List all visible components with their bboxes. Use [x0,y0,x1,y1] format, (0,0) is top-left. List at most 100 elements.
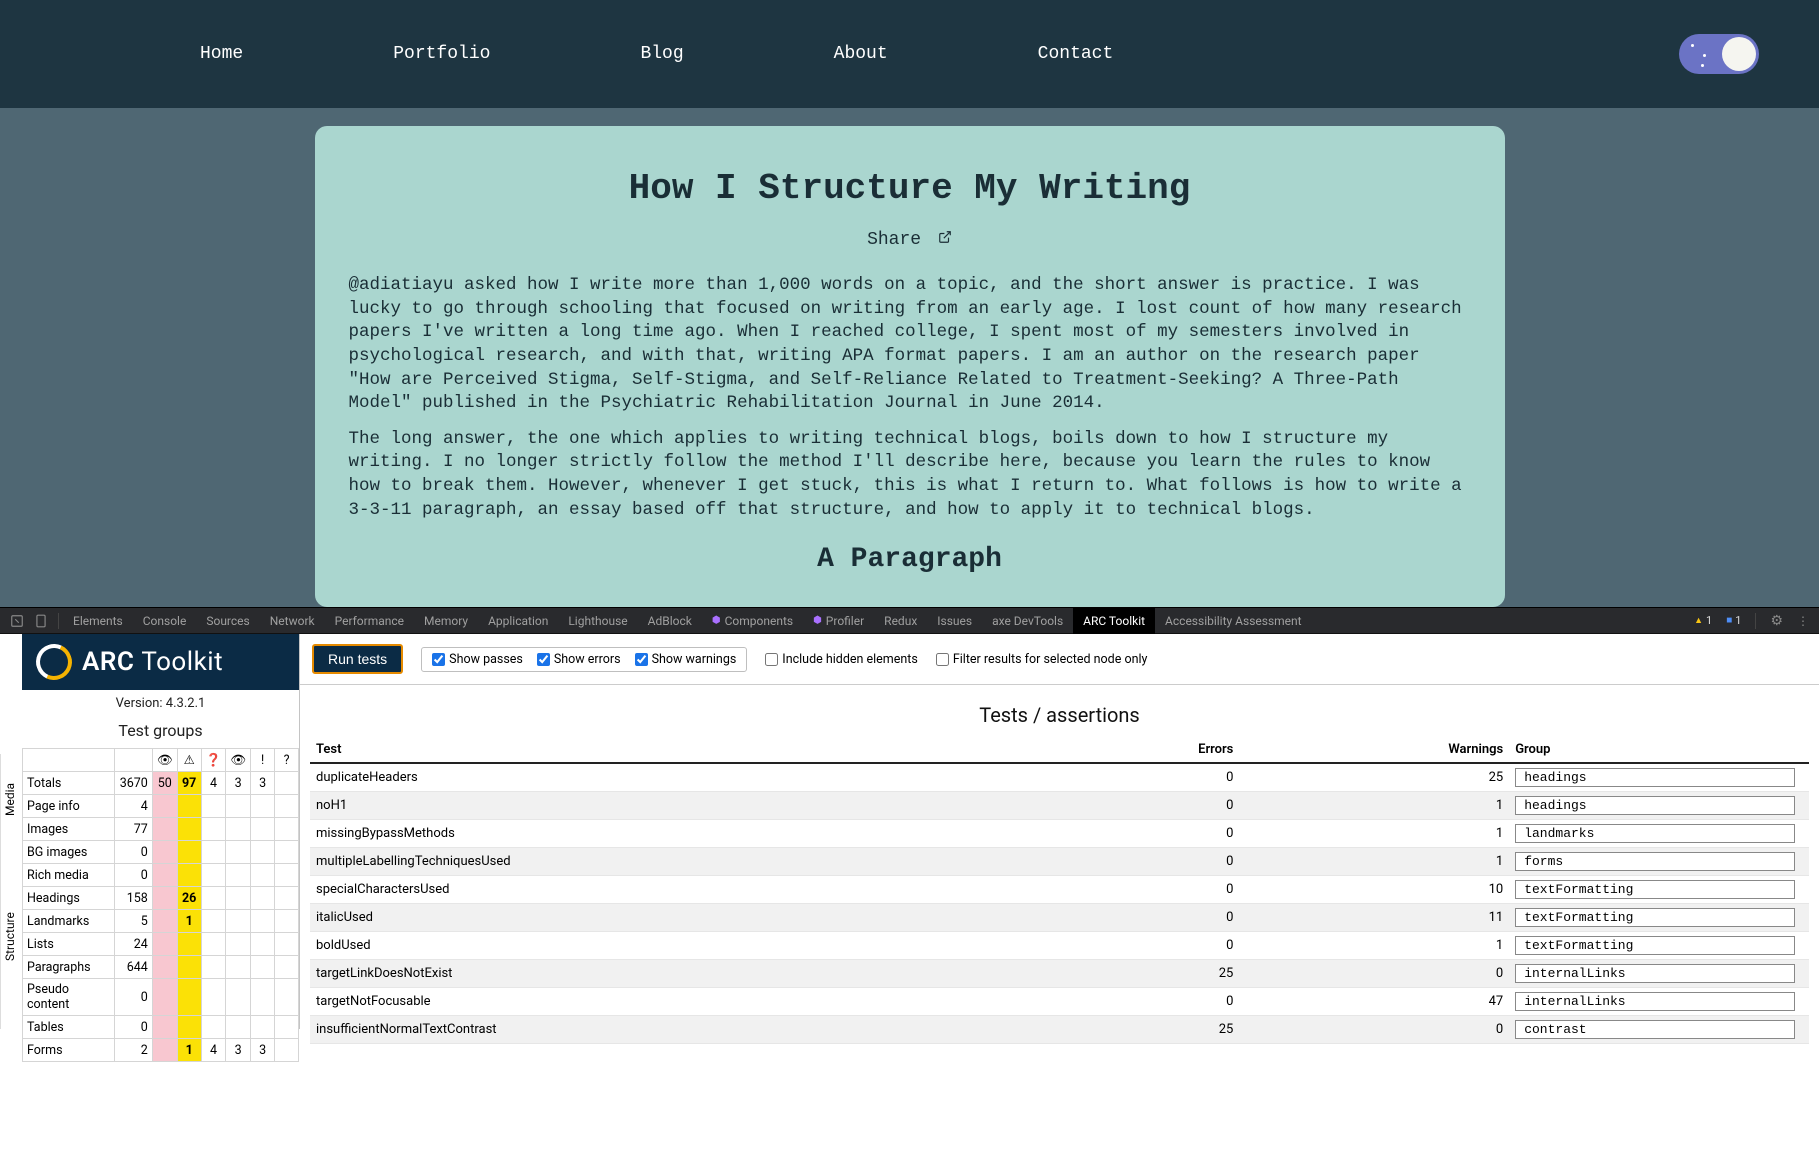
test-group-row[interactable]: Lists24 [23,933,299,956]
nav-blog[interactable]: Blog [640,44,683,64]
show-passes-checkbox[interactable]: Show passes [432,652,523,667]
article-card: How I Structure My Writing Share @adiati… [315,126,1505,607]
col-group: Group [1509,737,1809,763]
test-row[interactable]: multipleLabellingTechniquesUsed01forms [310,848,1809,876]
devtools-tab[interactable]: Sources [196,608,259,634]
group-pill[interactable]: contrast [1515,1020,1795,1039]
test-row[interactable]: noH101headings [310,792,1809,820]
test-group-row[interactable]: BG images0 [23,841,299,864]
test-row[interactable]: targetNotFocusable047internalLinks [310,988,1809,1016]
nav-contact[interactable]: Contact [1038,44,1114,64]
devtools-tab[interactable]: Performance [325,608,414,634]
hidden-col-icon: 👁 [226,749,251,772]
test-row[interactable]: duplicateHeaders025headings [310,763,1809,792]
article-paragraph: @adiatiayu asked how I write more than 1… [349,274,1471,416]
col-errors: Errors [1030,737,1240,763]
q-col-icon: ? [275,749,299,772]
group-pill[interactable]: internalLinks [1515,992,1795,1011]
col-test: Test [310,737,1030,763]
test-group-row[interactable]: Pseudo content0 [23,979,299,1016]
article-title: How I Structure My Writing [349,168,1471,209]
group-pill[interactable]: textFormatting [1515,908,1795,927]
theme-toggle[interactable] [1679,34,1759,74]
test-row[interactable]: specialCharactersUsed010textFormatting [310,876,1809,904]
nav-portfolio[interactable]: Portfolio [393,44,490,64]
test-group-row[interactable]: Landmarks51 [23,910,299,933]
devtools-tab[interactable]: Issues [927,608,982,634]
test-group-row[interactable]: Rich media0 [23,864,299,887]
test-group-row[interactable]: Forms21433 [23,1039,299,1062]
group-pill[interactable]: headings [1515,796,1795,815]
test-groups-title: Test groups [22,717,299,748]
run-tests-button[interactable]: Run tests [312,644,403,674]
article-subheading: A Paragraph [349,544,1471,575]
alert-col-icon: ! [251,749,275,772]
group-pill[interactable]: landmarks [1515,824,1795,843]
test-row[interactable]: missingBypassMethods01landmarks [310,820,1809,848]
section-label-media: Media [0,754,22,844]
article-paragraph: The long answer, the one which applies t… [349,428,1471,523]
show-warnings-checkbox[interactable]: Show warnings [635,652,737,667]
more-icon[interactable]: ⋮ [1793,614,1813,628]
site-header: Home Portfolio Blog About Contact [0,0,1819,108]
help-col-icon: ❓ [201,749,226,772]
test-group-row[interactable]: Tables0 [23,1016,299,1039]
test-row[interactable]: targetLinkDoesNotExist250internalLinks [310,960,1809,988]
devtools-tab[interactable]: Elements [63,608,133,634]
test-group-row[interactable]: Paragraphs644 [23,956,299,979]
share-link[interactable]: Share [867,230,952,250]
test-row[interactable]: italicUsed011textFormatting [310,904,1809,932]
arc-logo: ARC Toolkit [22,634,299,690]
devtools-tabbar: ElementsConsoleSourcesNetworkPerformance… [0,608,1819,634]
show-errors-checkbox[interactable]: Show errors [537,652,621,667]
gear-icon[interactable]: ⚙ [1766,613,1787,629]
nav-about[interactable]: About [834,44,888,64]
devtools-tab[interactable]: Profiler [803,608,874,634]
test-group-row[interactable]: Headings15826 [23,887,299,910]
group-pill[interactable]: forms [1515,852,1795,871]
arc-sidebar: Media Structure ARC Toolkit Version: 4.3… [0,634,300,1029]
devtools-tab[interactable]: Memory [414,608,478,634]
inspect-icon[interactable] [6,612,28,630]
arc-toolbar: Run tests Show passes Show errors Show w… [300,634,1819,685]
group-pill[interactable]: textFormatting [1515,880,1795,899]
include-hidden-checkbox[interactable]: Include hidden elements [765,652,918,667]
arc-version: Version: 4.3.2.1 [22,690,299,717]
share-label: Share [867,230,921,250]
tests-table: Test Errors Warnings Group duplicateHead… [310,737,1809,1044]
test-group-row[interactable]: Page info4 [23,795,299,818]
devtools-panel: ElementsConsoleSourcesNetworkPerformance… [0,607,1819,1029]
site-body: How I Structure My Writing Share @adiati… [0,108,1819,607]
devtools-tab[interactable]: axe DevTools [982,608,1073,634]
devtools-tab[interactable]: Application [478,608,558,634]
devtools-tab[interactable]: Redux [874,608,927,634]
devtools-tab[interactable]: Lighthouse [558,608,637,634]
group-pill[interactable]: headings [1515,768,1795,787]
nav-home[interactable]: Home [200,44,243,64]
primary-nav: Home Portfolio Blog About Contact [60,44,1679,64]
devtools-tab[interactable]: Network [260,608,325,634]
warnings-badge[interactable]: 1 [1690,614,1716,627]
warn-col-icon: ⚠ [177,749,201,772]
test-row[interactable]: insufficientNormalTextContrast250contras… [310,1016,1809,1044]
visible-col-icon: 👁 [152,749,177,772]
test-groups-table: 👁 ⚠ ❓ 👁 ! ? Totals36705097433Page info4I… [22,748,299,1062]
arc-main: Run tests Show passes Show errors Show w… [300,634,1819,1029]
col-warnings: Warnings [1239,737,1509,763]
devtools-tab[interactable]: Console [133,608,197,634]
group-pill[interactable]: internalLinks [1515,964,1795,983]
test-row[interactable]: boldUsed01textFormatting [310,932,1809,960]
test-group-row[interactable]: Images77 [23,818,299,841]
external-link-icon [938,230,952,250]
devtools-tab[interactable]: Components [702,608,803,634]
info-badge[interactable]: 1 [1722,614,1745,627]
device-toggle-icon[interactable] [30,612,52,630]
devtools-tab[interactable]: AdBlock [638,608,702,634]
devtools-tab[interactable]: ARC Toolkit [1073,608,1155,634]
filter-node-checkbox[interactable]: Filter results for selected node only [936,652,1148,667]
test-group-row[interactable]: Totals36705097433 [23,772,299,795]
arc-logo-icon [31,639,77,685]
show-filter-group: Show passes Show errors Show warnings [421,647,747,672]
devtools-tab[interactable]: Accessibility Assessment [1155,608,1312,634]
group-pill[interactable]: textFormatting [1515,936,1795,955]
